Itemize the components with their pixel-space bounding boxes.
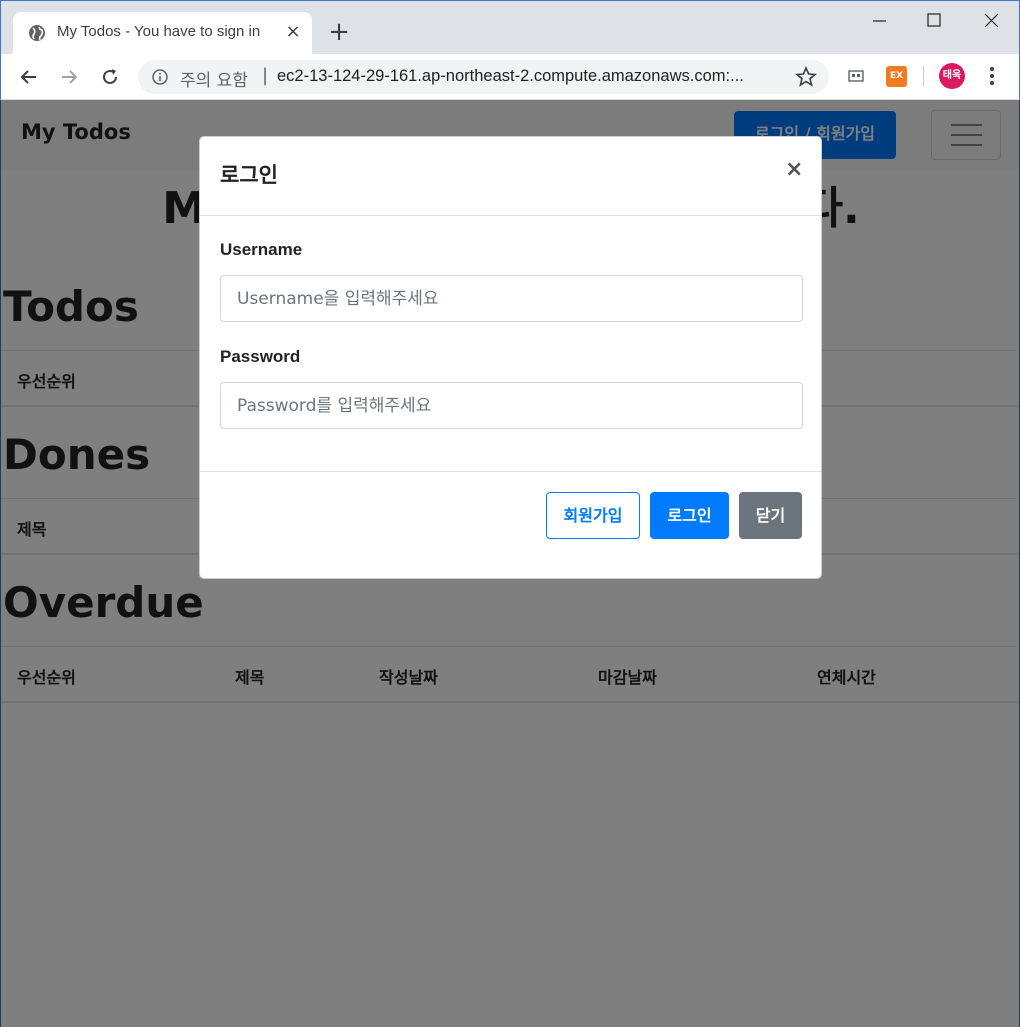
password-input[interactable] — [220, 382, 803, 429]
forward-arrow-icon[interactable] — [58, 66, 80, 88]
bookmark-star-icon[interactable] — [795, 66, 817, 88]
new-tab-icon[interactable]: + — [327, 19, 351, 45]
window-close-icon[interactable] — [971, 7, 1011, 35]
maximize-icon[interactable] — [914, 7, 954, 35]
username-input[interactable] — [220, 275, 803, 322]
login-modal: 로그인 × Username Password 회원가입 로그인 닫기 — [199, 136, 822, 579]
minimize-icon[interactable] — [859, 7, 899, 35]
modal-title: 로그인 — [220, 163, 278, 187]
back-arrow-icon[interactable] — [18, 66, 40, 88]
tab-close-icon[interactable]: × — [283, 21, 303, 43]
profile-avatar[interactable]: 태욱 — [939, 63, 965, 89]
signup-button[interactable]: 회원가입 — [546, 492, 640, 539]
browser-tab[interactable]: My Todos - You have to sign in × — [13, 12, 312, 55]
modal-close-icon[interactable]: × — [785, 157, 803, 182]
modal-footer: 회원가입 로그인 닫기 — [200, 471, 821, 578]
browser-tab-strip: My Todos - You have to sign in × + — [0, 0, 1020, 55]
password-label: Password — [220, 347, 301, 366]
address-bar-row: 주의 요함 | ec2-13-124-29-161.ap-northeast-2… — [0, 54, 1020, 100]
username-label: Username — [220, 240, 303, 259]
login-button[interactable]: 로그인 — [650, 492, 729, 539]
globe-icon — [29, 25, 45, 41]
security-warning: 주의 요함 — [180, 71, 248, 91]
modal-header: 로그인 × — [200, 137, 821, 216]
reload-icon[interactable] — [99, 66, 121, 88]
address-separator: | — [262, 65, 269, 86]
tab-title: My Todos - You have to sign in — [57, 23, 261, 40]
menu-kebab-icon[interactable] — [982, 64, 1002, 88]
ex-extension-icon[interactable]: EX — [886, 66, 907, 87]
extension-icon[interactable] — [846, 66, 866, 86]
close-button[interactable]: 닫기 — [739, 492, 802, 539]
url-text[interactable]: ec2-13-124-29-161.ap-northeast-2.compute… — [277, 67, 782, 86]
omnibox[interactable]: 주의 요함 | ec2-13-124-29-161.ap-northeast-2… — [138, 60, 829, 94]
info-icon[interactable] — [152, 69, 168, 85]
toolbar-divider — [923, 66, 924, 86]
